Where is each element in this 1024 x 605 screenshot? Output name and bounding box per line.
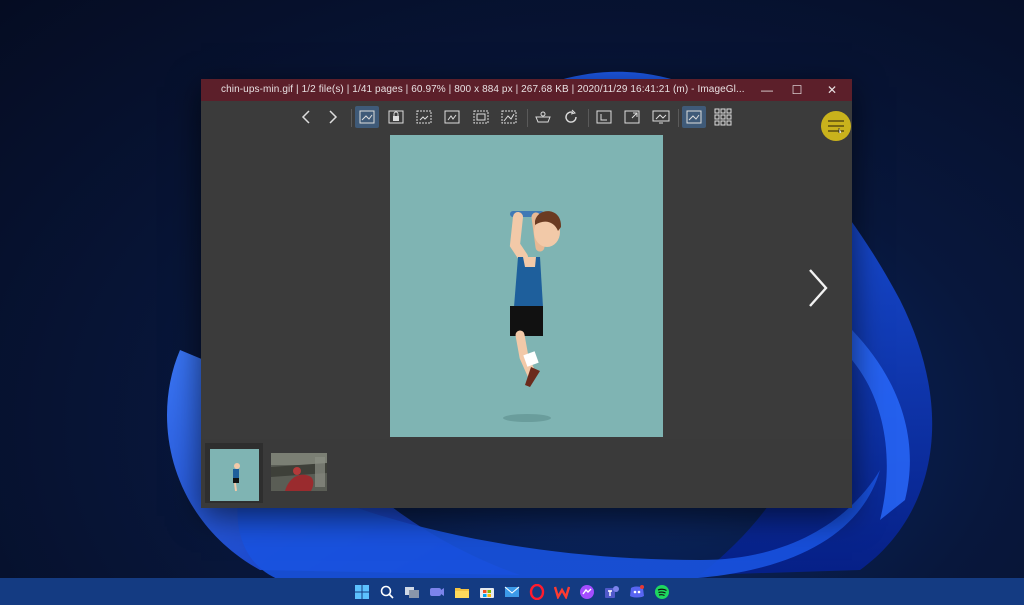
auto-zoom-button[interactable]: [355, 106, 379, 128]
teams-chat-button[interactable]: [427, 581, 448, 602]
file-explorer-button[interactable]: [452, 581, 473, 602]
scale-to-fit-button[interactable]: [469, 106, 493, 128]
rotate-button[interactable]: [559, 106, 583, 128]
second-image-thumbnail: [271, 453, 327, 491]
opera-icon: [529, 583, 545, 600]
auto-zoom-icon: [359, 110, 375, 124]
next-icon: [329, 110, 338, 124]
teams-chat-icon: [430, 587, 444, 596]
spotify-icon: [655, 584, 669, 599]
task-view-icon: [405, 586, 419, 598]
checkerboard-icon: [535, 111, 551, 123]
fullscreen-icon: [624, 110, 640, 124]
wps-office-icon: [554, 586, 570, 599]
chevron-right-icon: [809, 269, 828, 307]
thumbnail-bar: [201, 439, 852, 508]
fullscreen-button[interactable]: [620, 106, 644, 128]
previous-image-button[interactable]: [294, 106, 318, 128]
rotate-icon: [565, 109, 577, 123]
scale-to-width-button[interactable]: [412, 106, 436, 128]
thumbnail-bar-icon: [686, 110, 702, 124]
gallery-grid-button[interactable]: [711, 106, 735, 128]
hamburger-menu-icon: [828, 120, 844, 133]
frameless-icon: [596, 110, 612, 124]
maximize-icon: ☐: [791, 83, 803, 97]
search-icon: [380, 585, 394, 599]
close-button[interactable]: ✕: [815, 79, 849, 101]
gallery-grid-icon: [714, 108, 732, 126]
opera-button[interactable]: [527, 581, 548, 602]
window-title: chin-ups-min.gif | 1/2 file(s) | 1/41 pa…: [221, 84, 745, 95]
teams-icon: [605, 585, 619, 598]
start-button[interactable]: [352, 581, 373, 602]
task-view-button[interactable]: [402, 581, 423, 602]
teams-button[interactable]: [602, 581, 623, 602]
store-button[interactable]: [477, 581, 498, 602]
slideshow-button[interactable]: [649, 106, 673, 128]
image-canvas[interactable]: [390, 135, 663, 437]
previous-icon: [301, 110, 310, 124]
messenger-button[interactable]: [577, 581, 598, 602]
minimize-icon: —: [761, 83, 773, 97]
imageglass-window[interactable]: chin-ups-min.gif | 1/2 file(s) | 1/41 pa…: [201, 79, 852, 508]
discord-button[interactable]: [627, 581, 648, 602]
thumbnail-item-selected[interactable]: [205, 443, 263, 503]
title-bar[interactable]: chin-ups-min.gif | 1/2 file(s) | 1/41 pa…: [201, 79, 852, 101]
maximize-button[interactable]: ☐: [780, 79, 814, 101]
search-button[interactable]: [377, 581, 398, 602]
chin-up-thumbnail: [210, 449, 259, 501]
checkerboard-button[interactable]: [531, 106, 555, 128]
file-explorer-icon: [455, 587, 469, 598]
scale-to-fill-button[interactable]: [497, 106, 521, 128]
frameless-button[interactable]: [592, 106, 616, 128]
lock-zoom-button[interactable]: [384, 106, 408, 128]
main-menu-button[interactable]: [821, 111, 851, 141]
next-image-overlay-button[interactable]: [805, 266, 831, 315]
store-icon: [480, 588, 494, 598]
scale-to-width-icon: [416, 110, 432, 124]
messenger-icon: [580, 584, 594, 599]
taskbar: [0, 578, 1024, 605]
mail-button[interactable]: [502, 581, 523, 602]
thumbnail-item[interactable]: [271, 453, 327, 491]
chin-up-character-image: [503, 211, 562, 422]
scale-to-height-button[interactable]: [440, 106, 464, 128]
discord-icon: [630, 584, 644, 597]
thumbnail-bar-button[interactable]: [682, 106, 706, 128]
toolbar-separator: [351, 109, 352, 127]
scale-to-height-icon: [444, 110, 460, 124]
minimize-button[interactable]: —: [750, 79, 784, 101]
windows-start-icon: [355, 584, 369, 599]
wps-office-button[interactable]: [552, 581, 573, 602]
lock-zoom-icon: [388, 110, 404, 124]
slideshow-icon: [652, 110, 670, 124]
mail-icon: [504, 586, 520, 597]
toolbar-separator: [527, 109, 528, 127]
close-icon: ✕: [826, 83, 838, 97]
spotify-button[interactable]: [652, 581, 673, 602]
toolbar-separator: [588, 109, 589, 127]
toolbar-separator: [678, 109, 679, 127]
scale-to-fill-icon: [501, 110, 517, 124]
next-image-button[interactable]: [321, 106, 345, 128]
scale-to-fit-icon: [473, 110, 489, 124]
toolbar: [201, 101, 852, 133]
